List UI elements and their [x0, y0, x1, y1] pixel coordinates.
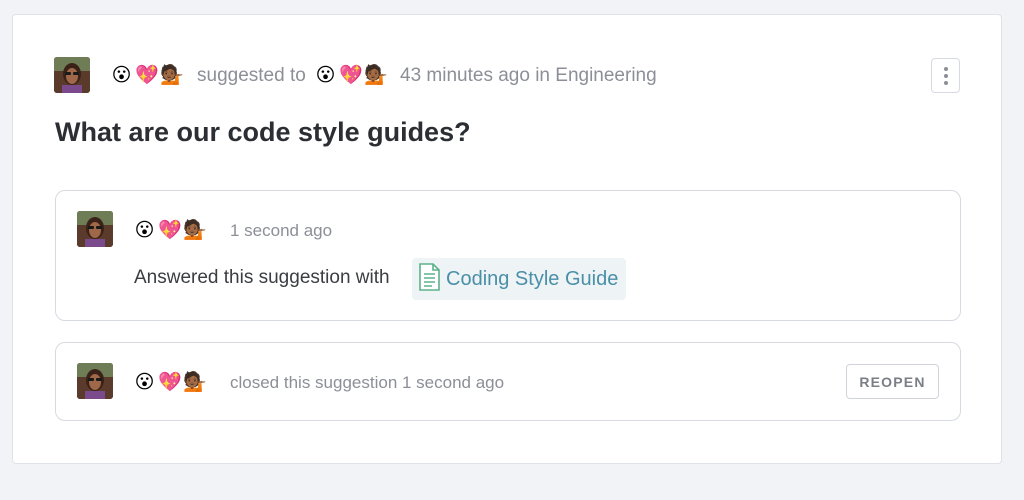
- document-icon: [418, 262, 440, 296]
- sparkling-heart-icon: 💖: [339, 64, 363, 86]
- closer-emoji-status: 😮 💖 💁🏾: [133, 371, 207, 393]
- suggested-to-label: suggested to: [197, 65, 306, 86]
- sparkling-heart-icon: 💖: [135, 64, 159, 86]
- astonished-face-icon: 😮: [134, 371, 155, 393]
- sparkling-heart-icon: 💖: [158, 371, 182, 393]
- person-tipping-hand-icon: 💁🏾: [183, 371, 207, 393]
- suggestion-card: 😮 💖 💁🏾 suggested to 😮 💖 💁🏾 43 minutes ag…: [12, 14, 1002, 464]
- sparkling-heart-icon: 💖: [158, 219, 182, 241]
- astonished-face-icon: 😮: [134, 219, 155, 241]
- astonished-face-icon: 😮: [111, 64, 132, 86]
- menu-dot: [943, 73, 948, 78]
- author-avatar[interactable]: [54, 57, 90, 93]
- linked-document-chip[interactable]: Coding Style Guide: [412, 258, 627, 300]
- answer-text: Answered this suggestion with: [134, 267, 390, 288]
- menu-dot: [943, 80, 948, 85]
- person-tipping-hand-icon: 💁🏾: [183, 219, 207, 241]
- answer-event: 😮 💖 💁🏾 1 second ago Answered this sugges…: [55, 190, 961, 321]
- person-tipping-hand-icon: 💁🏾: [364, 64, 388, 86]
- answer-timestamp: 1 second ago: [230, 221, 333, 240]
- document-title-link[interactable]: Coding Style Guide: [446, 268, 618, 291]
- closer-avatar[interactable]: [77, 363, 113, 399]
- answer-author-avatar[interactable]: [77, 211, 113, 247]
- astonished-face-icon: 😮: [315, 64, 336, 86]
- answer-author-emoji-status: 😮 💖 💁🏾: [133, 219, 207, 241]
- person-tipping-hand-icon: 💁🏾: [160, 64, 184, 86]
- reopen-button[interactable]: REOPEN: [846, 364, 939, 399]
- suggestion-title: What are our code style guides?: [55, 117, 471, 147]
- author-emoji-status: 😮 💖 💁🏾: [110, 64, 184, 86]
- recipient-emoji-status[interactable]: 😮 💖 💁🏾: [314, 64, 388, 86]
- suggestion-time-and-group[interactable]: 43 minutes ago in Engineering: [400, 65, 657, 87]
- menu-dot: [943, 66, 948, 71]
- kebab-menu-icon[interactable]: [931, 58, 960, 93]
- close-event: 😮 💖 💁🏾 closed this suggestion 1 second a…: [55, 342, 961, 421]
- close-event-text: closed this suggestion 1 second ago: [230, 373, 505, 392]
